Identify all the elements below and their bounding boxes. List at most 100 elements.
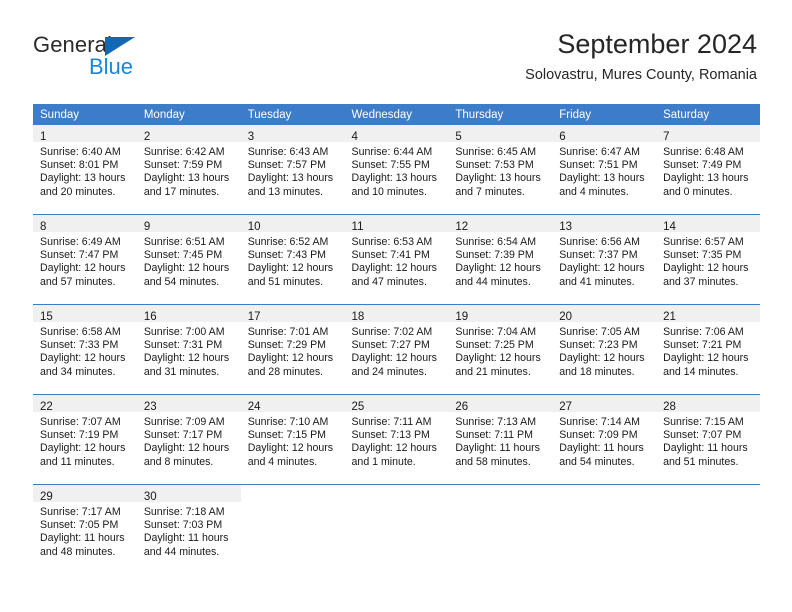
day-number: 30 [143, 491, 157, 503]
day-cell[interactable]: 28 Sunrise: 7:15 AM Sunset: 7:07 PM Dayl… [656, 394, 760, 485]
daylight-text-line1: Daylight: 12 hours [40, 352, 126, 365]
daylight-text-line2: and 51 minutes. [247, 275, 324, 288]
day-number: 8 [40, 221, 47, 233]
daylight-text-line2: and 4 minutes. [559, 185, 629, 198]
day-cell[interactable]: 10 Sunrise: 6:52 AM Sunset: 7:43 PM Dayl… [240, 214, 345, 305]
daylight-text-line2: and 0 minutes. [663, 185, 733, 198]
sunset-text: Sunset: 7:03 PM [143, 519, 223, 532]
daylight-text-line2: and 14 minutes. [663, 365, 739, 378]
day-cell[interactable]: 11 Sunrise: 6:53 AM Sunset: 7:41 PM Dayl… [344, 214, 449, 305]
day-cell[interactable]: 2 Sunrise: 6:42 AM Sunset: 7:59 PM Dayli… [136, 125, 241, 215]
day-cell[interactable]: 7 Sunrise: 6:48 AM Sunset: 7:49 PM Dayli… [656, 125, 760, 215]
weekday-header-row: Sunday Monday Tuesday Wednesday Thursday… [33, 104, 760, 125]
sunset-text: Sunset: 7:59 PM [143, 159, 223, 172]
day-number: 19 [455, 311, 469, 323]
sunset-text: Sunset: 7:09 PM [559, 429, 638, 442]
daylight-text-line1: Daylight: 12 hours [559, 262, 645, 275]
daylight-text-line1: Daylight: 13 hours [663, 172, 749, 185]
daylight-text-line2: and 17 minutes. [143, 185, 220, 198]
sunset-text: Sunset: 7:37 PM [559, 249, 638, 262]
day-cell[interactable]: 24 Sunrise: 7:10 AM Sunset: 7:15 PM Dayl… [240, 394, 345, 485]
day-cell-empty [344, 484, 449, 574]
sunset-text: Sunset: 7:15 PM [247, 429, 327, 442]
generalblue-logo[interactable]: General Blue [33, 32, 253, 84]
day-number: 21 [663, 311, 676, 323]
day-cell[interactable]: 5 Sunrise: 6:45 AM Sunset: 7:53 PM Dayli… [448, 125, 553, 215]
day-cell[interactable]: 30 Sunrise: 7:18 AM Sunset: 7:03 PM Dayl… [136, 484, 241, 574]
daylight-text-line2: and 11 minutes. [40, 455, 115, 468]
day-cell[interactable]: 23 Sunrise: 7:09 AM Sunset: 7:17 PM Dayl… [136, 394, 241, 485]
day-cell[interactable]: 15 Sunrise: 6:58 AM Sunset: 7:33 PM Dayl… [33, 304, 137, 395]
day-cell-empty [448, 484, 553, 574]
day-cell[interactable]: 21 Sunrise: 7:06 AM Sunset: 7:21 PM Dayl… [656, 304, 760, 395]
sunset-text: Sunset: 7:51 PM [559, 159, 638, 172]
day-cell[interactable]: 14 Sunrise: 6:57 AM Sunset: 7:35 PM Dayl… [656, 214, 760, 305]
daylight-text-line1: Daylight: 11 hours [143, 532, 229, 545]
sunset-text: Sunset: 7:21 PM [663, 339, 742, 352]
week-row: 15 Sunrise: 6:58 AM Sunset: 7:33 PM Dayl… [33, 304, 760, 395]
sunrise-text: Sunrise: 6:52 AM [247, 236, 329, 248]
daylight-text-line1: Daylight: 11 hours [40, 532, 125, 545]
sunset-text: Sunset: 7:53 PM [455, 159, 534, 172]
daylight-text-line1: Daylight: 12 hours [40, 442, 126, 455]
sunrise-text: Sunrise: 7:14 AM [559, 416, 640, 428]
day-cell-empty [240, 484, 345, 574]
title-block: September 2024 Solovastru, Mures County,… [525, 28, 757, 84]
day-cell[interactable]: 22 Sunrise: 7:07 AM Sunset: 7:19 PM Dayl… [33, 394, 137, 485]
daylight-text-line1: Daylight: 13 hours [247, 172, 334, 185]
day-cell[interactable]: 29 Sunrise: 7:17 AM Sunset: 7:05 PM Dayl… [33, 484, 137, 574]
day-cell[interactable]: 8 Sunrise: 6:49 AM Sunset: 7:47 PM Dayli… [33, 214, 137, 305]
daylight-text-line1: Daylight: 13 hours [351, 172, 437, 185]
day-cell[interactable]: 9 Sunrise: 6:51 AM Sunset: 7:45 PM Dayli… [136, 214, 241, 305]
day-number: 1 [40, 131, 47, 143]
day-cell[interactable]: 20 Sunrise: 7:05 AM Sunset: 7:23 PM Dayl… [552, 304, 657, 395]
day-cell[interactable]: 16 Sunrise: 7:00 AM Sunset: 7:31 PM Dayl… [136, 304, 241, 395]
weekday-header-thursday: Thursday [448, 104, 553, 125]
day-cell[interactable]: 18 Sunrise: 7:02 AM Sunset: 7:27 PM Dayl… [344, 304, 449, 395]
sunrise-text: Sunrise: 7:10 AM [247, 416, 329, 428]
day-cell[interactable]: 6 Sunrise: 6:47 AM Sunset: 7:51 PM Dayli… [552, 125, 657, 215]
day-cell[interactable]: 17 Sunrise: 7:01 AM Sunset: 7:29 PM Dayl… [240, 304, 345, 395]
day-number: 5 [455, 131, 462, 143]
sunrise-text: Sunrise: 6:56 AM [559, 236, 640, 248]
day-number: 11 [351, 221, 364, 233]
sunset-text: Sunset: 7:33 PM [40, 339, 119, 352]
sunrise-text: Sunrise: 7:18 AM [143, 506, 225, 518]
day-cell[interactable]: 19 Sunrise: 7:04 AM Sunset: 7:25 PM Dayl… [448, 304, 553, 395]
daylight-text-line2: and 7 minutes. [455, 185, 525, 198]
week-row: 22 Sunrise: 7:07 AM Sunset: 7:19 PM Dayl… [33, 394, 760, 485]
daylight-text-line1: Daylight: 12 hours [455, 262, 541, 275]
day-cell[interactable]: 3 Sunrise: 6:43 AM Sunset: 7:57 PM Dayli… [240, 125, 345, 215]
day-cell[interactable]: 4 Sunrise: 6:44 AM Sunset: 7:55 PM Dayli… [344, 125, 449, 215]
sunset-text: Sunset: 7:35 PM [663, 249, 742, 262]
daylight-text-line2: and 37 minutes. [663, 275, 739, 288]
weekday-header-sunday: Sunday [33, 104, 137, 125]
daylight-text-line1: Daylight: 13 hours [143, 172, 230, 185]
daylight-text-line2: and 20 minutes. [40, 185, 116, 198]
sunrise-text: Sunrise: 6:44 AM [351, 146, 433, 158]
day-cell[interactable]: 27 Sunrise: 7:14 AM Sunset: 7:09 PM Dayl… [552, 394, 657, 485]
day-number: 4 [351, 131, 358, 143]
calendar-grid: Sunday Monday Tuesday Wednesday Thursday… [33, 104, 760, 574]
day-number: 10 [247, 221, 261, 233]
daylight-text-line2: and 48 minutes. [40, 545, 116, 558]
day-number: 29 [40, 491, 53, 503]
day-cell[interactable]: 25 Sunrise: 7:11 AM Sunset: 7:13 PM Dayl… [344, 394, 449, 485]
day-cell[interactable]: 12 Sunrise: 6:54 AM Sunset: 7:39 PM Dayl… [448, 214, 553, 305]
day-cell[interactable]: 26 Sunrise: 7:13 AM Sunset: 7:11 PM Dayl… [448, 394, 553, 485]
sunset-text: Sunset: 7:29 PM [247, 339, 327, 352]
daylight-text-line2: and 4 minutes. [247, 455, 318, 468]
day-cell[interactable]: 13 Sunrise: 6:56 AM Sunset: 7:37 PM Dayl… [552, 214, 657, 305]
weekday-header-friday: Friday [552, 104, 657, 125]
daylight-text-line2: and 51 minutes. [663, 455, 739, 468]
sunset-text: Sunset: 7:41 PM [351, 249, 430, 262]
day-cell[interactable]: 1 Sunrise: 6:40 AM Sunset: 8:01 PM Dayli… [33, 125, 137, 215]
sunrise-text: Sunrise: 6:45 AM [455, 146, 537, 158]
sunset-text: Sunset: 7:47 PM [40, 249, 119, 262]
daylight-text-line2: and 44 minutes. [455, 275, 531, 288]
daylight-text-line1: Daylight: 13 hours [40, 172, 126, 185]
daylight-text-line1: Daylight: 12 hours [351, 352, 437, 365]
daylight-text-line2: and 54 minutes. [559, 455, 635, 468]
sunset-text: Sunset: 7:27 PM [351, 339, 430, 352]
daylight-text-line2: and 44 minutes. [143, 545, 220, 558]
